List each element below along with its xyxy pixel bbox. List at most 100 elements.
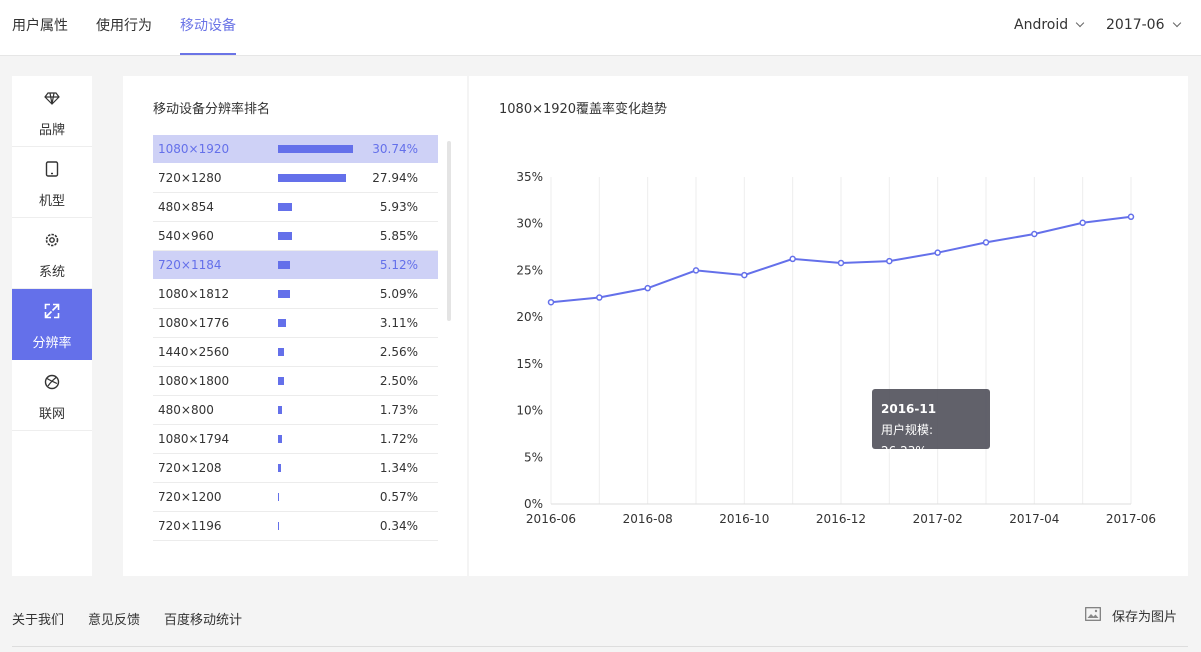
share-percent: 0.34% (379, 519, 418, 533)
ranking-row[interactable]: 1440×2560 2.56% (153, 338, 438, 367)
ranking-row[interactable]: 480×854 5.93% (153, 193, 438, 222)
data-point (886, 257, 893, 265)
share-bar (278, 377, 285, 385)
ranking-row[interactable]: 720×1200 0.57% (153, 483, 438, 512)
data-point (596, 294, 603, 301)
top-bar: 用户属性 使用行为 移动设备 Android 2017-06 (0, 0, 1201, 56)
share-percent: 27.94% (372, 171, 418, 185)
ranking-row[interactable]: 720×1208 1.34% (153, 454, 438, 483)
x-tick-label: 2017-06 (1106, 512, 1156, 526)
ranking-row[interactable]: 1080×1794 1.72% (153, 425, 438, 454)
share-bar (278, 203, 293, 211)
share-bar (278, 145, 353, 153)
data-point (934, 249, 941, 256)
ranking-row[interactable]: 540×960 5.85% (153, 222, 438, 251)
resolution-name: 720×1196 (158, 519, 222, 533)
share-percent: 2.56% (379, 345, 418, 359)
sidebar-item-network[interactable]: 联网 (12, 360, 92, 431)
share-percent: 5.93% (379, 200, 418, 214)
sidebar-item-brand[interactable]: 品牌 (12, 76, 92, 147)
sidebar-item-system[interactable]: 系统 (12, 218, 92, 289)
share-percent: 2.50% (379, 374, 418, 388)
ranking-row[interactable]: 720×1280 27.94% (153, 164, 438, 193)
ranking-row[interactable]: 1080×1920 30.74% (153, 135, 438, 164)
ranking-row[interactable]: 720×1196 0.34% (153, 512, 438, 541)
globe-icon (44, 374, 60, 390)
y-tick-label: 20% (516, 310, 543, 324)
footer-link-baidu-stats[interactable]: 百度移动统计 (164, 609, 242, 628)
x-tick-label: 2016-10 (719, 512, 769, 526)
y-tick-label: 10% (516, 404, 543, 418)
tab-mobile-devices[interactable]: 移动设备 (180, 0, 236, 55)
ranking-row[interactable]: 480×800 1.73% (153, 396, 438, 425)
image-icon (1085, 607, 1101, 621)
share-bar (278, 261, 291, 269)
resolution-name: 1080×1920 (158, 142, 230, 156)
resize-icon (44, 303, 60, 319)
resolution-name: 720×1280 (158, 171, 222, 185)
resolution-name: 480×800 (158, 403, 214, 417)
footer-link-about[interactable]: 关于我们 (12, 609, 64, 628)
share-bar (278, 522, 279, 530)
share-percent: 1.73% (379, 403, 418, 417)
chevron-down-icon (1075, 18, 1085, 28)
data-point (741, 271, 748, 279)
resolution-name: 1440×2560 (158, 345, 230, 359)
ranking-scrollbar[interactable] (447, 141, 451, 321)
tablet-icon (45, 161, 59, 177)
tooltip-date: 2016-11 (881, 402, 937, 416)
resolution-name: 540×960 (158, 229, 214, 243)
month-dropdown[interactable]: 2017-06 (1106, 17, 1181, 33)
data-point (982, 239, 990, 246)
sidebar-item-label: 系统 (38, 265, 65, 280)
y-tick-label: 30% (516, 217, 543, 231)
share-percent: 1.34% (379, 461, 418, 475)
sidebar: 品牌 机型 系统 分辨率 联网 (12, 76, 92, 576)
x-tick-label: 2017-04 (1009, 512, 1059, 526)
tab-usage-behavior[interactable]: 使用行为 (96, 0, 152, 55)
share-percent: 30.74% (372, 142, 418, 156)
y-tick-label: 35% (516, 170, 543, 184)
share-percent: 5.85% (379, 229, 418, 243)
data-point (644, 284, 651, 292)
resolution-name: 720×1184 (158, 258, 222, 272)
sidebar-item-label: 品牌 (38, 123, 65, 138)
sidebar-item-label: 分辨率 (32, 336, 72, 351)
ranking-row[interactable]: 1080×1812 5.09% (153, 280, 438, 309)
save-as-image-label: 保存为图片 (1112, 610, 1178, 625)
platform-dropdown[interactable]: Android (1014, 17, 1085, 33)
resolution-name: 1080×1800 (158, 374, 230, 388)
resolution-name: 720×1208 (158, 461, 222, 475)
tab-user-attributes[interactable]: 用户属性 (12, 0, 68, 55)
resolution-name: 1080×1794 (158, 432, 230, 446)
ranking-row[interactable]: 1080×1776 3.11% (153, 309, 438, 338)
gear-icon (45, 233, 59, 247)
sidebar-item-label: 机型 (38, 194, 65, 209)
y-tick-label: 15% (516, 357, 543, 371)
sidebar-item-model[interactable]: 机型 (12, 147, 92, 218)
data-point (789, 255, 796, 263)
share-percent: 3.11% (379, 316, 418, 330)
share-percent: 1.72% (379, 432, 418, 446)
share-bar (278, 319, 286, 327)
y-tick-label: 25% (516, 263, 543, 277)
platform-value: Android (1014, 17, 1069, 33)
x-tick-label: 2016-06 (526, 512, 576, 526)
sidebar-item-resolution[interactable]: 分辨率 (12, 289, 92, 360)
resolution-name: 1080×1812 (158, 287, 230, 301)
share-bar (278, 290, 291, 298)
share-bar (278, 348, 285, 356)
ranking-title: 移动设备分辨率排名 (153, 102, 271, 117)
data-point (837, 259, 845, 267)
x-tick-label: 2016-08 (623, 512, 673, 526)
diamond-icon (44, 92, 60, 105)
ranking-row[interactable]: 720×1184 5.12% (153, 251, 438, 280)
data-point (1079, 219, 1086, 227)
ranking-row[interactable]: 1080×1800 2.50% (153, 367, 438, 396)
share-bar (278, 406, 283, 414)
footer-link-feedback[interactable]: 意见反馈 (88, 609, 140, 628)
share-percent: 0.57% (379, 490, 418, 504)
resolution-name: 480×854 (158, 200, 214, 214)
share-percent: 5.09% (379, 287, 418, 301)
sidebar-item-label: 联网 (38, 407, 65, 422)
